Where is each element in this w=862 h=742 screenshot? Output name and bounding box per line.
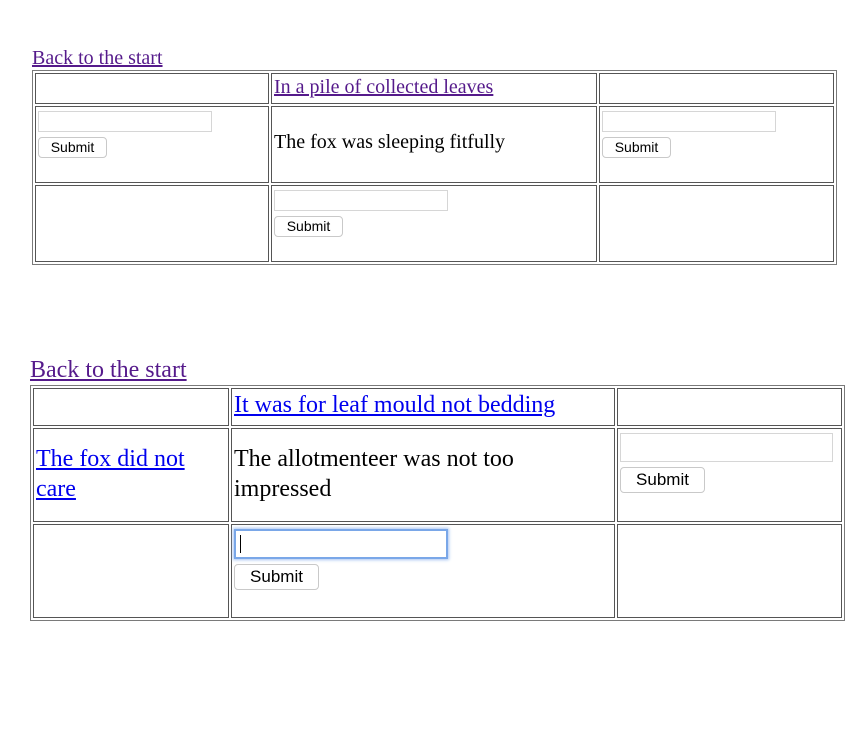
table-cell: Submit	[271, 185, 597, 262]
table-cell: Submit	[617, 428, 842, 522]
section-2: Back to the start It was for leaf mould …	[30, 357, 845, 621]
table-cell: In a pile of collected leaves	[271, 73, 597, 104]
table-cell	[599, 73, 834, 104]
table-cell: Submit	[599, 106, 834, 183]
story-choice-link[interactable]: It was for leaf mould not bedding	[234, 390, 612, 420]
answer-text-input[interactable]	[620, 433, 833, 462]
table-cell	[35, 185, 269, 262]
submit-button[interactable]: Submit	[620, 467, 705, 493]
table-cell	[617, 388, 842, 426]
submit-button[interactable]: Submit	[602, 136, 671, 158]
table-row: It was for leaf mould not bedding	[33, 388, 842, 426]
answer-text-input[interactable]	[38, 111, 212, 132]
text-caret	[240, 535, 241, 553]
table-row: In a pile of collected leaves	[35, 73, 834, 104]
story-text: The fox was sleeping fitfully	[274, 131, 506, 153]
table-cell	[599, 185, 834, 262]
table-row: Submit The fox was sleeping fitfully Sub…	[35, 106, 834, 183]
table-cell: The allotmenteer was not too impressed	[231, 428, 615, 522]
submit-button[interactable]: Submit	[234, 564, 319, 590]
submit-button[interactable]: Submit	[38, 136, 107, 158]
table-cell: The fox did not care	[33, 428, 229, 522]
table-cell: Submit	[231, 524, 615, 618]
answer-text-input[interactable]	[234, 529, 448, 559]
answer-text-input[interactable]	[602, 111, 776, 132]
table-cell	[617, 524, 842, 618]
table-cell	[33, 388, 229, 426]
table-row: Submit	[33, 524, 842, 618]
back-to-start-link[interactable]: Back to the start	[30, 357, 845, 384]
table-row: Submit	[35, 185, 834, 262]
table-cell	[33, 524, 229, 618]
table-cell: Submit	[35, 106, 269, 183]
story-text: The allotmenteer was not too impressed	[234, 446, 514, 502]
story-table: In a pile of collected leaves Submit The…	[32, 70, 837, 265]
submit-button[interactable]: Submit	[274, 215, 343, 237]
story-choice-link[interactable]: In a pile of collected leaves	[274, 75, 594, 99]
answer-text-input[interactable]	[274, 190, 448, 211]
table-row: The fox did not care The allotmenteer wa…	[33, 428, 842, 522]
section-1: Back to the start In a pile of collected…	[32, 47, 837, 265]
table-cell: The fox was sleeping fitfully	[271, 106, 597, 183]
story-table: It was for leaf mould not bedding The fo…	[30, 385, 845, 621]
table-cell: It was for leaf mould not bedding	[231, 388, 615, 426]
table-cell	[35, 73, 269, 104]
back-to-start-link[interactable]: Back to the start	[32, 47, 837, 69]
story-choice-link[interactable]: The fox did not care	[36, 444, 226, 504]
